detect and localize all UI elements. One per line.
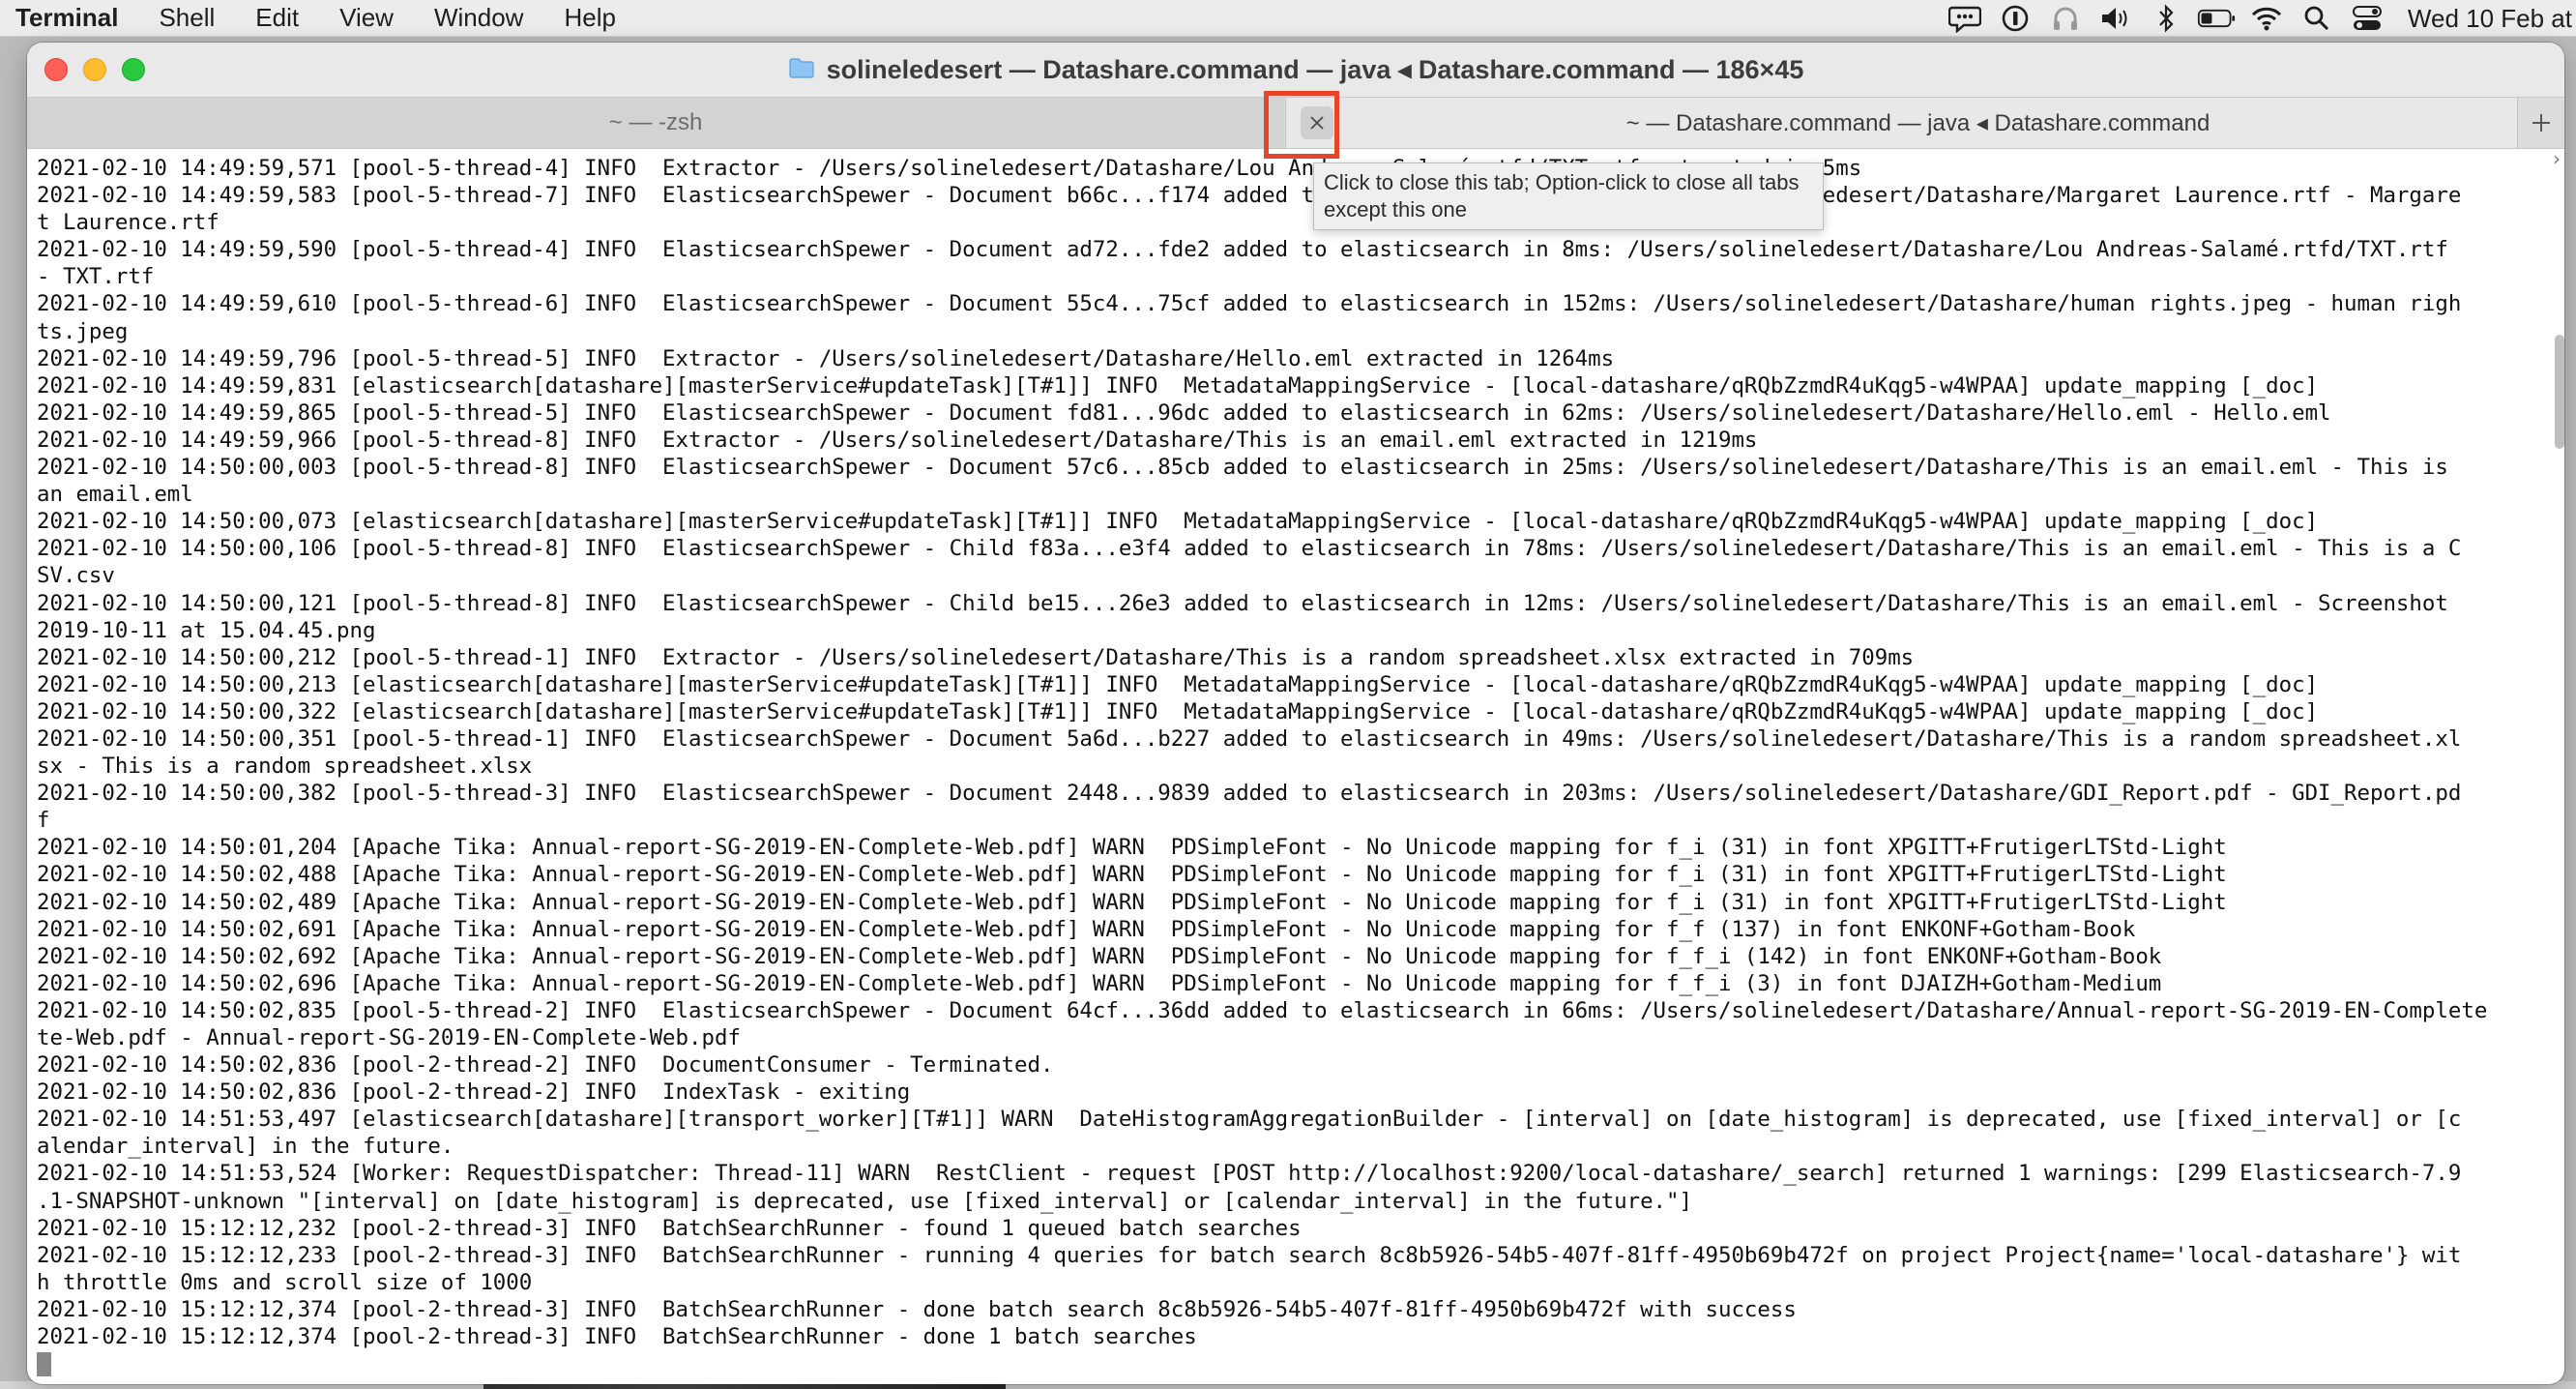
terminal-line: h throttle 0ms and scroll size of 1000 [37,1269,533,1295]
terminal-line: 2021-02-10 14:49:59,865 [pool-5-thread-5… [37,399,2331,426]
zoom-window-button[interactable] [122,58,145,81]
volume-icon[interactable] [2096,0,2135,37]
scroll-indicator-icon: › [2553,147,2561,170]
terminal-line: 2021-02-10 14:50:02,488 [Apache Tika: An… [37,862,2227,888]
menu-window[interactable]: Window [434,3,523,33]
terminal-line: 2021-02-10 14:50:01,204 [Apache Tika: An… [37,835,2227,861]
terminal-line: 2021-02-10 14:49:59,571 [pool-5-thread-4… [37,156,1862,181]
tab-datashare-label: ~ — Datashare.command — java ◂ Datashare… [1625,109,2210,136]
terminal-line: SV.csv [37,563,115,589]
window-controls [44,58,161,81]
menu-shell[interactable]: Shell [159,3,215,33]
close-window-button[interactable] [44,58,68,81]
terminal-line: 2021-02-10 14:50:00,382 [pool-5-thread-3… [37,781,2462,807]
plus-icon [2532,114,2550,132]
menu-view[interactable]: View [339,3,394,33]
terminal-line: ts.jpeg [37,318,129,344]
wifi-icon[interactable] [2247,0,2286,37]
terminal-line: 2021-02-10 15:12:12,232 [pool-2-thread-3… [37,1215,1302,1241]
tab-zsh[interactable]: ~ — -zsh [27,98,1284,148]
terminal-window: solineledesert — Datashare.command — jav… [27,43,2564,1384]
menu-clock[interactable]: Wed 10 Feb at [2408,4,2576,34]
text-cursor [37,1352,51,1377]
control-center-icon[interactable] [2348,0,2386,37]
terminal-line: 2019-10-11 at 15.04.45.png [37,617,376,643]
terminal-line: alendar_interval] in the future. [37,1134,454,1160]
search-icon[interactable] [2298,0,2336,37]
terminal-line: an email.eml [37,482,193,508]
title-group: solineledesert — Datashare.command — jav… [788,54,1804,85]
terminal-line: 2021-02-10 14:49:59,831 [elasticsearch[d… [37,372,2319,399]
window-title: solineledesert — Datashare.command — jav… [826,54,1804,84]
terminal-line: 2021-02-10 14:51:53,497 [elasticsearch[d… [37,1107,2462,1133]
terminal-line: 2021-02-10 14:50:00,322 [elasticsearch[d… [37,698,2319,724]
terminal-line: 2021-02-10 14:50:02,691 [Apache Tika: An… [37,916,2136,942]
terminal-line: 2021-02-10 14:49:59,610 [pool-5-thread-6… [37,291,2462,317]
close-tab-tooltip: Click to close this tab; Option-click to… [1313,163,1824,230]
title-bar: solineledesert — Datashare.command — jav… [27,43,2564,97]
menu-bar-left: Terminal Shell Edit View Window Help [0,3,657,33]
terminal-line: 2021-02-10 14:50:00,121 [pool-5-thread-8… [37,590,2448,616]
menu-edit[interactable]: Edit [255,3,299,33]
menu-help[interactable]: Help [564,3,615,33]
terminal-line: 2021-02-10 15:12:12,233 [pool-2-thread-3… [37,1242,2462,1268]
terminal-line: 2021-02-10 14:50:00,212 [pool-5-thread-1… [37,644,1915,670]
terminal-line: 2021-02-10 14:50:00,213 [elasticsearch[d… [37,671,2319,697]
terminal-line: 2021-02-10 15:12:12,374 [pool-2-thread-3… [37,1324,1197,1350]
folder-icon [788,56,815,84]
tab-zsh-label: ~ — -zsh [608,109,703,135]
battery-icon[interactable] [2197,0,2236,37]
one-password-icon[interactable] [1996,0,2034,37]
menu-bar: Terminal Shell Edit View Window Help Wed… [0,0,2576,37]
terminal-line: 2021-02-10 14:50:00,351 [pool-5-thread-1… [37,725,2462,752]
terminal-line: t Laurence.rtf [37,210,220,236]
tab-datashare[interactable]: ~ — Datashare.command — java ◂ Datashare… [1285,98,2550,148]
terminal-line: - TXT.rtf [37,264,155,290]
scrollbar-thumb[interactable] [2555,335,2564,449]
headphones-icon[interactable] [2046,0,2085,37]
new-tab-button[interactable] [2517,98,2564,148]
terminal-line: 2021-02-10 14:49:59,796 [pool-5-thread-5… [37,345,1615,371]
terminal-line: 2021-02-10 14:50:02,836 [pool-2-thread-2… [37,1079,911,1106]
terminal-line: 2021-02-10 14:49:59,966 [pool-5-thread-8… [37,427,1758,453]
terminal-line: 2021-02-10 14:50:02,489 [Apache Tika: An… [37,889,2227,915]
menu-app-terminal[interactable]: Terminal [15,3,118,33]
prompt-line [37,1350,2561,1377]
terminal-line: f [37,808,50,834]
minimize-window-button[interactable] [83,58,106,81]
terminal-line: 2021-02-10 14:50:00,073 [elasticsearch[d… [37,509,2319,535]
terminal-line: 2021-02-10 15:12:12,374 [pool-2-thread-3… [37,1296,1797,1322]
bluetooth-icon[interactable] [2147,0,2185,37]
terminal-line: 2021-02-10 14:50:02,835 [pool-5-thread-2… [37,997,2488,1023]
terminal-line: te-Web.pdf - Annual-report-SG-2019-EN-Co… [37,1025,741,1050]
terminal-line: sx - This is a random spreadsheet.xlsx [37,754,533,780]
terminal-line: 2021-02-10 14:50:00,106 [pool-5-thread-8… [37,536,2462,562]
terminal-line: .1-SNAPSHOT-unknown "[interval] on [date… [37,1188,1692,1214]
terminal-line: 2021-02-10 14:50:02,696 [Apache Tika: An… [37,970,2162,996]
terminal-line: 2021-02-10 14:51:53,524 [Worker: Request… [37,1161,2462,1187]
terminal-line: 2021-02-10 14:49:59,590 [pool-5-thread-4… [37,237,2448,263]
menu-bar-right: Wed 10 Feb at [1934,0,2576,37]
terminal-line: 2021-02-10 14:49:59,583 [pool-5-thread-7… [37,183,2462,209]
terminal-line: 2021-02-10 14:50:02,692 [Apache Tika: An… [37,943,2162,969]
terminal-output[interactable]: 2021-02-10 14:49:59,571 [pool-5-thread-4… [27,149,2561,1384]
terminal-line: 2021-02-10 14:50:02,836 [pool-2-thread-2… [37,1052,1054,1079]
chat-icon[interactable] [1946,0,1984,37]
terminal-line: 2021-02-10 14:50:00,003 [pool-5-thread-8… [37,455,2448,481]
